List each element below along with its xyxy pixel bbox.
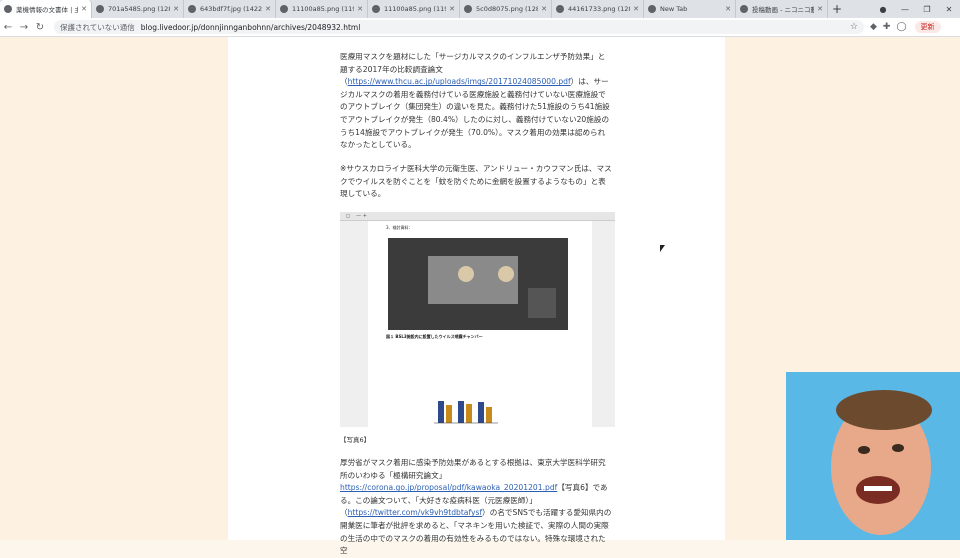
left-background	[0, 37, 228, 540]
browser-tab[interactable]: 44161733.png (1280×✕	[552, 0, 644, 18]
tab-close-icon[interactable]: ✕	[541, 5, 547, 13]
browser-tab[interactable]: New Tab ✕	[644, 0, 736, 18]
fig-heading: 3．検討資料：	[386, 225, 413, 230]
paragraph-2: ※サウスカロライナ医科大学の元衛生医、アンドリュー・カウフマン氏は、マスクでウイ…	[340, 164, 612, 199]
tab-label: 11100a85.png (1196×	[292, 5, 354, 13]
browser-tab[interactable]: 11100a85.png (1196×✕	[276, 0, 368, 18]
tab-label: 701a5485.png (1280×	[108, 5, 170, 13]
paper-link[interactable]: https://www.thcu.ac.jp/uploads/imgs/2017…	[348, 77, 571, 86]
tab-close-icon[interactable]: ✕	[81, 5, 87, 13]
kawaoka-link[interactable]: https://corona.go.jp/proposal/pdf/kawaok…	[340, 483, 557, 492]
paragraph-1: 医療用マスクを題材にした「サージカルマスクのインフルエンザ予防効果」と題する20…	[340, 52, 610, 150]
browser-tab[interactable]: 643bdf7f.jpg (1422× ✕	[184, 0, 276, 18]
figure-caption: 【写真6】	[340, 436, 371, 444]
close-window-icon[interactable]: ✕	[938, 5, 960, 14]
tab-favicon-icon	[740, 5, 748, 13]
forward-icon[interactable]: →	[16, 22, 32, 33]
minimize-icon[interactable]: —	[894, 5, 916, 14]
browser-tab[interactable]: 701a5485.png (1280×✕	[92, 0, 184, 18]
tab-favicon-icon	[188, 5, 196, 13]
person-face-image	[786, 372, 960, 540]
tab-favicon-icon	[372, 5, 380, 13]
browser-tab[interactable]: 投稿動画 - ニコニコ動画✕	[736, 0, 828, 18]
back-icon[interactable]: ←	[0, 22, 16, 33]
update-button[interactable]: 更新	[914, 21, 941, 33]
tab-label: 薬機情報の文書体 | 主	[16, 6, 79, 14]
embedded-pdf-figure: ◻ — + 3．検討資料： 図１ BSL3施設内に設置したウイルス噴霧チャンバー	[340, 212, 615, 427]
avatar-icon[interactable]: ◯	[896, 22, 906, 32]
extension-icon[interactable]: ◆	[870, 22, 877, 32]
tab-label: 643bdf7f.jpg (1422×	[200, 5, 263, 13]
paragraph-3: 厚労省がマスク着用に感染予防効果があるとする根拠は、東京大学医科学研究所のいわゆ…	[340, 458, 612, 556]
browser-tab[interactable]: 薬機情報の文書体 | 主 ✕	[0, 0, 92, 18]
tab-favicon-icon	[464, 5, 472, 13]
webcam-overlay	[786, 372, 960, 540]
pdf-page: 3．検討資料： 図１ BSL3施設内に設置したウイルス噴霧チャンバー	[368, 221, 592, 427]
tab-favicon-icon	[4, 5, 12, 13]
pdf-toolbar[interactable]: ◻ — +	[340, 212, 615, 221]
window-controls: ● — ❐ ✕	[872, 0, 960, 18]
article-body: 医療用マスクを題材にした「サージカルマスクのインフルエンザ予防効果」と題する20…	[228, 37, 725, 555]
tab-favicon-icon	[280, 5, 288, 13]
tab-close-icon[interactable]: ✕	[817, 5, 823, 13]
fig-caption-1: 図１ BSL3施設内に設置したウイルス噴霧チャンバー	[386, 334, 483, 339]
tab-close-icon[interactable]: ✕	[633, 5, 639, 13]
mouse-cursor-icon	[660, 245, 665, 252]
tab-label: 44161733.png (1280×	[568, 5, 630, 13]
browser-tab[interactable]: 11100a85.png (1196×✕	[368, 0, 460, 18]
twitter-link[interactable]: https://twitter.com/vk9vh9tdbtafysf	[348, 508, 483, 517]
puzzle-icon[interactable]: ✚	[883, 22, 891, 32]
url-text: blog.livedoor.jp/donnjinnganbohnn/archiv…	[140, 22, 361, 32]
reload-icon[interactable]: ↻	[32, 22, 48, 33]
address-bar[interactable]: 保護されていない通信 blog.livedoor.jp/donnjinnganb…	[54, 20, 864, 34]
maximize-icon[interactable]: ❐	[916, 5, 938, 14]
tab-label: 投稿動画 - ニコニコ動画	[752, 6, 814, 14]
tab-strip: 薬機情報の文書体 | 主✕701a5485.png (1280×✕643bdf7…	[0, 0, 960, 18]
tab-close-icon[interactable]: ✕	[173, 5, 179, 13]
tab-label: 11100a85.png (1196×	[384, 5, 446, 13]
not-secure-label: 保護されていない通信	[60, 22, 135, 32]
chamber-photo	[388, 238, 568, 330]
tab-close-icon[interactable]: ✕	[265, 5, 271, 13]
profile-icon[interactable]: ●	[872, 5, 894, 14]
tab-close-icon[interactable]: ✕	[357, 5, 363, 13]
tab-favicon-icon	[96, 5, 104, 13]
new-tab-button[interactable]: +	[828, 0, 846, 18]
tab-favicon-icon	[556, 5, 564, 13]
tab-close-icon[interactable]: ✕	[449, 5, 455, 13]
browser-toolbar: ← → ↻ 保護されていない通信 blog.livedoor.jp/donnji…	[0, 18, 960, 37]
tab-label: New Tab	[660, 5, 688, 13]
browser-tab[interactable]: 5c0d8075.png (1280×✕	[460, 0, 552, 18]
tab-favicon-icon	[648, 5, 656, 13]
tab-label: 5c0d8075.png (1280×	[476, 5, 538, 13]
bookmark-star-icon[interactable]: ☆	[850, 22, 858, 32]
tab-close-icon[interactable]: ✕	[725, 5, 731, 13]
bar-chart-thumbnail	[434, 401, 498, 424]
